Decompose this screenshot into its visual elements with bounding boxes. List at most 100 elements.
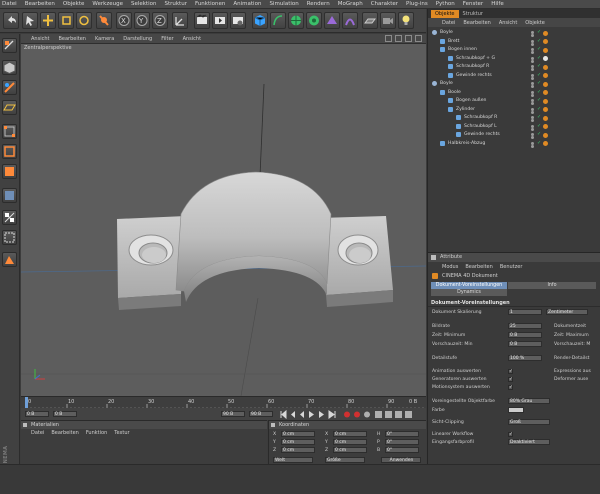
object-tree-row[interactable]: Boyle ✓ bbox=[428, 29, 600, 38]
coord-value-field[interactable]: 0 cm bbox=[281, 447, 315, 453]
subdivision-icon[interactable] bbox=[288, 12, 304, 29]
viewport-menu-view[interactable]: Ansicht bbox=[31, 36, 49, 42]
workplane-icon[interactable] bbox=[2, 100, 17, 115]
object-tree-row[interactable]: Boole ✓ bbox=[428, 89, 600, 98]
preview-end-field[interactable]: 90 B bbox=[249, 411, 273, 417]
material-tag-icon[interactable] bbox=[543, 56, 548, 61]
playback-controls[interactable] bbox=[279, 410, 419, 419]
undo-icon[interactable] bbox=[3, 12, 19, 29]
enabled-check-icon[interactable]: ✓ bbox=[537, 38, 541, 44]
enabled-check-icon[interactable]: ✓ bbox=[537, 114, 541, 120]
animation-checkbox[interactable]: ✓ bbox=[508, 369, 513, 374]
mograph-icon[interactable] bbox=[324, 12, 340, 29]
light-icon[interactable] bbox=[398, 12, 414, 29]
menu-item[interactable]: Bearbeiten bbox=[25, 1, 55, 7]
material-tag-icon[interactable] bbox=[543, 141, 548, 146]
scale-icon[interactable] bbox=[58, 12, 74, 29]
menu-item[interactable]: Hilfe bbox=[491, 1, 504, 7]
coordinate-system-icon[interactable] bbox=[172, 12, 188, 29]
viewport-menu-camera[interactable]: Kamera bbox=[95, 36, 114, 42]
array-icon[interactable] bbox=[306, 12, 322, 29]
om-menu-view[interactable]: Ansicht bbox=[499, 20, 517, 26]
menu-item[interactable]: Animation bbox=[233, 1, 261, 7]
snap-icon[interactable] bbox=[2, 210, 17, 225]
material-menu-file[interactable]: Datei bbox=[31, 430, 44, 436]
object-tree-row[interactable]: Schraubkopf R ✓ bbox=[428, 114, 600, 123]
lod-field[interactable]: 100 % bbox=[508, 355, 542, 361]
object-tree-row[interactable]: Halbkreis-Abzug ✓ bbox=[428, 140, 600, 149]
viewport-menu-panel[interactable]: Ansicht bbox=[183, 36, 201, 42]
render-view-icon[interactable] bbox=[194, 12, 210, 29]
object-tree-row[interactable]: Schraubkopf L ✓ bbox=[428, 123, 600, 132]
coord-value-field[interactable]: 0 cm bbox=[281, 439, 315, 445]
recent-tool-icon[interactable] bbox=[96, 12, 112, 29]
object-tree-row[interactable]: Schraubkopf + G ✓ bbox=[428, 55, 600, 64]
om-menu-file[interactable]: Datei bbox=[442, 20, 455, 26]
color-swatch[interactable] bbox=[508, 407, 524, 413]
min-time-field[interactable]: 0 B bbox=[508, 332, 542, 338]
perspective-viewport[interactable]: Zentralperspektive bbox=[21, 44, 426, 396]
camera-icon[interactable] bbox=[380, 12, 396, 29]
start-frame-field[interactable]: 0 B bbox=[53, 411, 77, 417]
object-tree-row[interactable]: Brett ✓ bbox=[428, 38, 600, 47]
enabled-check-icon[interactable]: ✓ bbox=[537, 72, 541, 78]
enabled-check-icon[interactable]: ✓ bbox=[537, 131, 541, 137]
menu-item[interactable]: Charakter bbox=[371, 1, 398, 7]
coord-value-field[interactable]: 0 cm bbox=[333, 447, 367, 453]
move-icon[interactable] bbox=[40, 12, 56, 29]
object-tree-row[interactable]: Boyle ✓ bbox=[428, 80, 600, 89]
tab-structure[interactable]: Struktur bbox=[459, 10, 487, 18]
edges-mode-icon[interactable] bbox=[2, 144, 17, 159]
pan-icon[interactable] bbox=[385, 35, 392, 42]
render-settings-icon[interactable] bbox=[230, 12, 246, 29]
enabled-check-icon[interactable]: ✓ bbox=[537, 80, 541, 86]
tab-document-settings[interactable]: Dokument-Voreinstellungen bbox=[431, 282, 507, 289]
fps-field[interactable]: 25 bbox=[508, 323, 542, 329]
deformer-icon[interactable] bbox=[342, 12, 358, 29]
material-tag-icon[interactable] bbox=[543, 124, 548, 129]
floor-icon[interactable] bbox=[362, 12, 378, 29]
attr-menu-user[interactable]: Benutzer bbox=[500, 264, 523, 270]
enabled-check-icon[interactable]: ✓ bbox=[537, 97, 541, 103]
material-tag-icon[interactable] bbox=[543, 39, 548, 44]
generators-checkbox[interactable]: ✓ bbox=[508, 377, 513, 382]
material-tag-icon[interactable] bbox=[543, 90, 548, 95]
attr-menu-mode[interactable]: Modus bbox=[442, 264, 458, 270]
model-mode-icon[interactable] bbox=[2, 60, 17, 75]
menu-item[interactable]: Plug-ins bbox=[406, 1, 428, 7]
object-color-select[interactable]: 80% Grau bbox=[508, 398, 550, 404]
coord-value-field[interactable]: 0 cm bbox=[333, 439, 367, 445]
motion-checkbox[interactable]: ✓ bbox=[508, 385, 513, 390]
coord-value-field[interactable]: 0 cm bbox=[333, 431, 367, 437]
menu-item[interactable]: Funktionen bbox=[195, 1, 225, 7]
viewport-menu-display[interactable]: Darstellung bbox=[123, 36, 152, 42]
material-menu-texture[interactable]: Textur bbox=[114, 430, 129, 436]
cube-icon[interactable] bbox=[252, 12, 268, 29]
menu-item[interactable]: Werkzeuge bbox=[92, 1, 123, 7]
enabled-check-icon[interactable]: ✓ bbox=[537, 29, 541, 35]
orbit-icon[interactable] bbox=[405, 35, 412, 42]
end-frame-field[interactable]: 90 B bbox=[221, 411, 245, 417]
attr-menu-edit[interactable]: Bearbeiten bbox=[465, 264, 492, 270]
current-frame-field[interactable]: 0 B bbox=[25, 411, 49, 417]
maximize-icon[interactable] bbox=[415, 35, 422, 42]
solo-icon[interactable] bbox=[2, 188, 17, 203]
material-tag-icon[interactable] bbox=[543, 115, 548, 121]
enabled-check-icon[interactable]: ✓ bbox=[537, 89, 541, 95]
enabled-check-icon[interactable]: ✓ bbox=[537, 55, 541, 61]
om-menu-objects[interactable]: Objekte bbox=[525, 20, 545, 26]
rotate-icon[interactable] bbox=[76, 12, 92, 29]
y-axis-lock-icon[interactable]: Y bbox=[134, 12, 150, 29]
material-tag-icon[interactable] bbox=[543, 81, 548, 87]
preview-min-field[interactable]: 0 B bbox=[508, 341, 542, 347]
material-tag-icon[interactable] bbox=[543, 47, 548, 53]
viewport-menu-filter[interactable]: Filter bbox=[161, 36, 173, 42]
zoom-icon[interactable] bbox=[395, 35, 402, 42]
x-axis-lock-icon[interactable]: X bbox=[116, 12, 132, 29]
coord-value-field[interactable]: 0 cm bbox=[281, 431, 315, 437]
spline-pen-icon[interactable] bbox=[270, 12, 286, 29]
coord-value-field[interactable]: 0° bbox=[385, 439, 419, 445]
tab-objects[interactable]: Objekte bbox=[431, 10, 459, 18]
object-tree-row[interactable]: Bogen innen ✓ bbox=[428, 46, 600, 55]
coord-apply-button[interactable]: Anwenden bbox=[381, 457, 421, 463]
